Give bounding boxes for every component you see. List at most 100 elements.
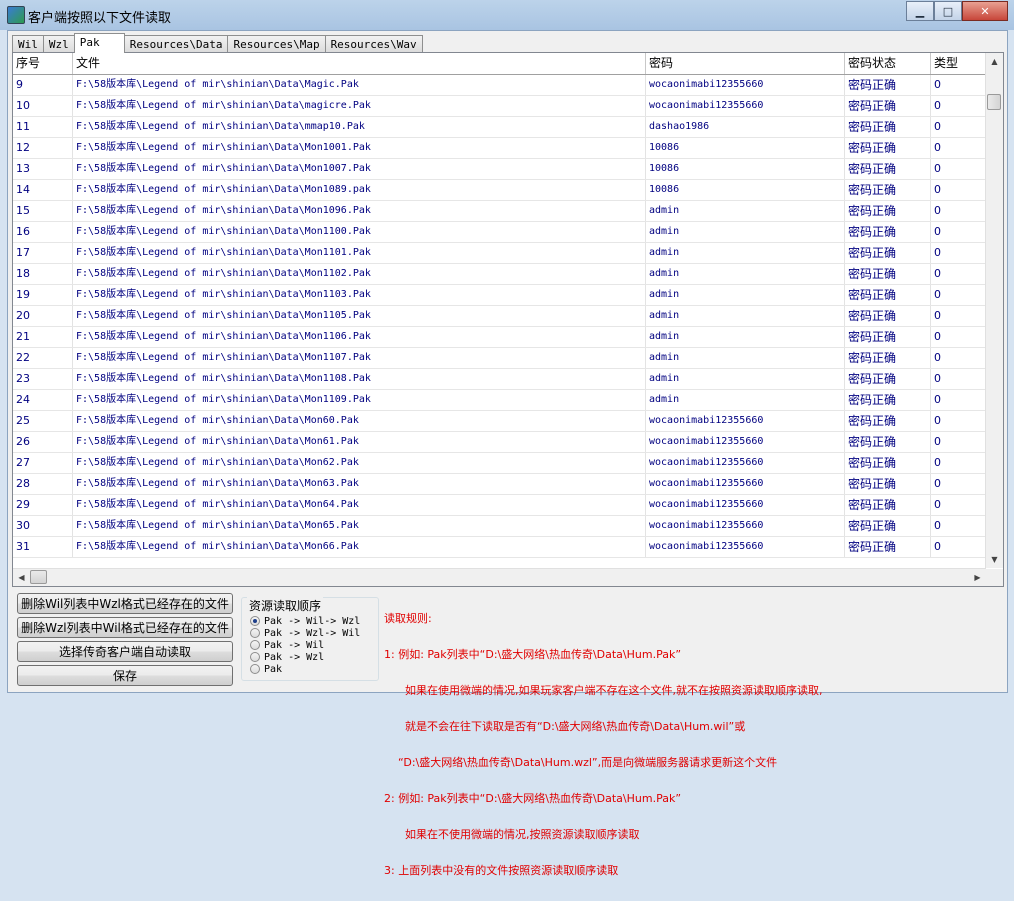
table-row[interactable]: 11 F:\58版本库\Legend of mir\shinian\Data\mm… bbox=[13, 117, 986, 138]
save-button[interactable]: 保存 bbox=[17, 665, 233, 686]
cell-password: wocaonimabi12355660 bbox=[646, 75, 845, 95]
table-row[interactable]: 19 F:\58版本库\Legend of mir\shinian\Data\Mo… bbox=[13, 285, 986, 306]
cell-password: wocaonimabi12355660 bbox=[646, 537, 845, 557]
cell-type: 0 bbox=[931, 327, 986, 347]
table-row[interactable]: 22 F:\58版本库\Legend of mir\shinian\Data\Mo… bbox=[13, 348, 986, 369]
table-row[interactable]: 18 F:\58版本库\Legend of mir\shinian\Data\Mo… bbox=[13, 264, 986, 285]
column-header-password-status[interactable]: 密码状态 bbox=[845, 53, 931, 74]
column-header-password[interactable]: 密码 bbox=[646, 53, 845, 74]
cell-file: F:\58版本库\Legend of mir\shinian\Data\Mon1… bbox=[73, 159, 646, 179]
tab-pak[interactable]: Pak bbox=[73, 33, 125, 53]
tab-resources-wav[interactable]: Resources\Wav bbox=[324, 35, 423, 52]
table-row[interactable]: 12 F:\58版本库\Legend of mir\shinian\Data\Mo… bbox=[13, 138, 986, 159]
cell-index: 30 bbox=[13, 516, 73, 536]
horizontal-scroll-thumb[interactable] bbox=[30, 570, 47, 584]
horizontal-scrollbar[interactable]: ◀ ▶ bbox=[13, 568, 986, 586]
cell-type: 0 bbox=[931, 516, 986, 536]
table-row[interactable]: 16 F:\58版本库\Legend of mir\shinian\Data\Mo… bbox=[13, 222, 986, 243]
cell-password: wocaonimabi12355660 bbox=[646, 453, 845, 473]
table-row[interactable]: 27 F:\58版本库\Legend of mir\shinian\Data\Mo… bbox=[13, 453, 986, 474]
read-order-option-4[interactable]: Pak -> Wzl bbox=[250, 651, 324, 663]
radio-button[interactable] bbox=[250, 652, 260, 662]
cell-type: 0 bbox=[931, 138, 986, 158]
chevron-up-icon[interactable]: ▲ bbox=[986, 53, 1003, 70]
chevron-down-icon[interactable]: ▼ bbox=[986, 551, 1003, 568]
app-icon bbox=[7, 6, 25, 24]
radio-button[interactable] bbox=[250, 664, 260, 674]
column-header-type[interactable]: 类型 bbox=[931, 53, 986, 74]
chevron-left-icon[interactable]: ◀ bbox=[13, 569, 30, 586]
cell-password: admin bbox=[646, 243, 845, 263]
table-row[interactable]: 10 F:\58版本库\Legend of mir\shinian\Data\ma… bbox=[13, 96, 986, 117]
vertical-scrollbar[interactable]: ▲ ▼ bbox=[985, 53, 1003, 568]
table-row[interactable]: 9 F:\58版本库\Legend of mir\shinian\Data\Mag… bbox=[13, 75, 986, 96]
read-order-option-2[interactable]: Pak -> Wzl-> Wil bbox=[250, 627, 360, 639]
chevron-right-icon[interactable]: ▶ bbox=[969, 569, 986, 586]
cell-password-status: 密码正确 bbox=[845, 243, 931, 263]
cell-password-status: 密码正确 bbox=[845, 390, 931, 410]
read-order-option-5[interactable]: Pak bbox=[250, 663, 282, 675]
cell-index: 31 bbox=[13, 537, 73, 557]
table-row[interactable]: 31 F:\58版本库\Legend of mir\shinian\Data\Mo… bbox=[13, 537, 986, 558]
delete-wil-duplicates-button[interactable]: 删除Wil列表中Wzl格式已经存在的文件 bbox=[17, 593, 233, 614]
client-area: Wil Wzl Pak Resources\Data Resources\Map… bbox=[7, 30, 1008, 877]
cell-index: 23 bbox=[13, 369, 73, 389]
table-row[interactable]: 17 F:\58版本库\Legend of mir\shinian\Data\Mo… bbox=[13, 243, 986, 264]
file-list-grid[interactable]: 序号 文件 密码 密码状态 类型 9 F:\58版本库\Legend of mir… bbox=[12, 52, 1004, 587]
table-row[interactable]: 14 F:\58版本库\Legend of mir\shinian\Data\Mo… bbox=[13, 180, 986, 201]
tab-resources-data[interactable]: Resources\Data bbox=[123, 35, 229, 52]
table-row[interactable]: 20 F:\58版本库\Legend of mir\shinian\Data\Mo… bbox=[13, 306, 986, 327]
cell-type: 0 bbox=[931, 243, 986, 263]
cell-password: 10086 bbox=[646, 180, 845, 200]
cell-index: 28 bbox=[13, 474, 73, 494]
cell-password-status: 密码正确 bbox=[845, 474, 931, 494]
cell-type: 0 bbox=[931, 432, 986, 452]
cell-index: 10 bbox=[13, 96, 73, 116]
rules-line: 读取规则: bbox=[384, 612, 432, 625]
radio-button[interactable] bbox=[250, 616, 260, 626]
cell-password-status: 密码正确 bbox=[845, 159, 931, 179]
table-row[interactable]: 25 F:\58版本库\Legend of mir\shinian\Data\Mo… bbox=[13, 411, 986, 432]
cell-index: 12 bbox=[13, 138, 73, 158]
delete-wzl-duplicates-button[interactable]: 删除Wzl列表中Wil格式已经存在的文件 bbox=[17, 617, 233, 638]
auto-read-client-button[interactable]: 选择传奇客户端自动读取 bbox=[17, 641, 233, 662]
table-row[interactable]: 30 F:\58版本库\Legend of mir\shinian\Data\Mo… bbox=[13, 516, 986, 537]
cell-type: 0 bbox=[931, 180, 986, 200]
table-row[interactable]: 28 F:\58版本库\Legend of mir\shinian\Data\Mo… bbox=[13, 474, 986, 495]
close-button[interactable]: ✕ bbox=[962, 1, 1008, 21]
radio-button[interactable] bbox=[250, 640, 260, 650]
cell-password-status: 密码正确 bbox=[845, 537, 931, 557]
cell-index: 19 bbox=[13, 285, 73, 305]
cell-type: 0 bbox=[931, 264, 986, 284]
cell-type: 0 bbox=[931, 369, 986, 389]
table-row[interactable]: 29 F:\58版本库\Legend of mir\shinian\Data\Mo… bbox=[13, 495, 986, 516]
cell-password: admin bbox=[646, 222, 845, 242]
cell-file: F:\58版本库\Legend of mir\shinian\Data\Mon1… bbox=[73, 285, 646, 305]
cell-password-status: 密码正确 bbox=[845, 180, 931, 200]
maximize-button[interactable]: □ bbox=[934, 1, 962, 21]
cell-index: 15 bbox=[13, 201, 73, 221]
vertical-scroll-thumb[interactable] bbox=[987, 94, 1001, 110]
table-row[interactable]: 13 F:\58版本库\Legend of mir\shinian\Data\Mo… bbox=[13, 159, 986, 180]
table-row[interactable]: 23 F:\58版本库\Legend of mir\shinian\Data\Mo… bbox=[13, 369, 986, 390]
cell-index: 11 bbox=[13, 117, 73, 137]
cell-password: wocaonimabi12355660 bbox=[646, 411, 845, 431]
table-row[interactable]: 26 F:\58版本库\Legend of mir\shinian\Data\Mo… bbox=[13, 432, 986, 453]
radio-button[interactable] bbox=[250, 628, 260, 638]
read-order-option-1[interactable]: Pak -> Wil-> Wzl bbox=[250, 615, 360, 627]
tab-wil[interactable]: Wil bbox=[12, 35, 44, 52]
minimize-button[interactable]: ▁ bbox=[906, 1, 934, 21]
cell-password-status: 密码正确 bbox=[845, 285, 931, 305]
cell-file: F:\58版本库\Legend of mir\shinian\Data\Mon6… bbox=[73, 432, 646, 452]
column-header-index[interactable]: 序号 bbox=[13, 53, 73, 74]
table-row[interactable]: 21 F:\58版本库\Legend of mir\shinian\Data\Mo… bbox=[13, 327, 986, 348]
table-row[interactable]: 15 F:\58版本库\Legend of mir\shinian\Data\Mo… bbox=[13, 201, 986, 222]
cell-type: 0 bbox=[931, 474, 986, 494]
read-order-option-3[interactable]: Pak -> Wil bbox=[250, 639, 324, 651]
table-row[interactable]: 24 F:\58版本库\Legend of mir\shinian\Data\Mo… bbox=[13, 390, 986, 411]
tab-resources-map[interactable]: Resources\Map bbox=[227, 35, 326, 52]
column-header-file[interactable]: 文件 bbox=[73, 53, 646, 74]
cell-password-status: 密码正确 bbox=[845, 495, 931, 515]
cell-password: wocaonimabi12355660 bbox=[646, 516, 845, 536]
tab-wzl[interactable]: Wzl bbox=[42, 35, 75, 52]
